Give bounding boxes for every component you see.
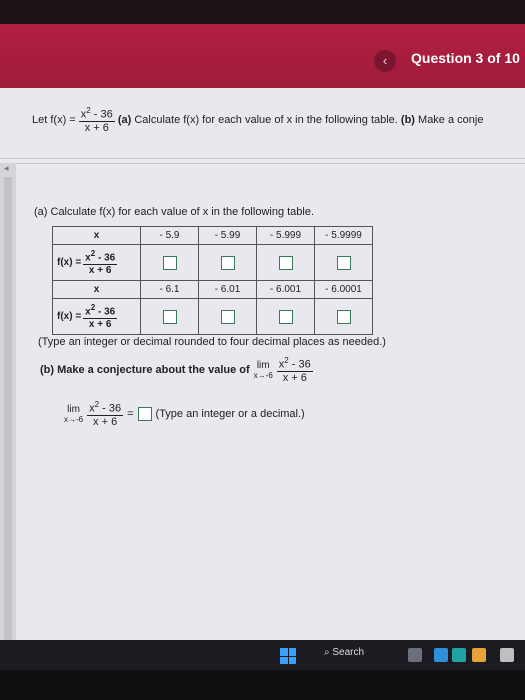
x-header: x	[52, 226, 141, 245]
limit-fraction: x2 - 36 x + 6	[276, 356, 313, 384]
table-row: x - 5.9 - 5.99 - 5.999 - 5.9999	[52, 226, 373, 245]
table-row: x - 6.1 - 6.01 - 6.001 - 6.0001	[52, 280, 373, 299]
app-icon[interactable]	[434, 648, 448, 662]
part-b-instruction-truncated: Make a conje	[418, 113, 484, 126]
answer-type-note: (Type an integer or a decimal.)	[155, 407, 305, 420]
answer-input[interactable]	[336, 309, 351, 324]
divider-top	[0, 158, 525, 159]
x-value: - 6.01	[198, 280, 257, 299]
screen-bezel-top	[0, 0, 525, 24]
part-b-label: (b)	[400, 113, 415, 126]
fx-answer-cell[interactable]	[256, 244, 315, 281]
answer-input[interactable]	[220, 255, 235, 270]
part-a-heading: (a) Calculate f(x) for each value of x i…	[34, 206, 315, 218]
limit-operator: lim x→-6	[64, 403, 84, 424]
scroll-arrow-icon[interactable]: ◂	[4, 163, 10, 173]
part-b-question: (b) Make a conjecture about the value of…	[40, 356, 313, 384]
x-header: x	[52, 280, 141, 299]
answer-input[interactable]	[220, 309, 235, 324]
x-value: - 5.999	[256, 226, 315, 245]
x-value: - 6.1	[140, 280, 199, 299]
fx-header: f(x) = x2 - 36 x + 6	[52, 244, 141, 281]
question-header-bar: ‹ Question 3 of 10	[0, 24, 525, 88]
answer-input[interactable]	[336, 255, 351, 270]
part-b-text: (b) Make a conjecture about the value of	[40, 363, 250, 376]
x-value: - 6.001	[256, 280, 315, 299]
fx-header: f(x) = x2 - 36 x + 6	[52, 298, 141, 335]
problem-statement: Let f(x) = x2 - 36 x + 6 (a) Calculate f…	[32, 106, 483, 134]
fx-answer-cell[interactable]	[256, 298, 315, 335]
function-fraction: x2 - 36 x + 6	[78, 106, 115, 134]
fx-answer-cell[interactable]	[314, 244, 373, 281]
app-icon[interactable]	[500, 648, 514, 662]
fx-answer-cell[interactable]	[198, 244, 257, 281]
back-button[interactable]: ‹	[374, 50, 396, 72]
app-icon[interactable]	[408, 648, 422, 662]
values-table: x - 5.9 - 5.99 - 5.999 - 5.9999 f(x) = x…	[52, 226, 373, 335]
edge-icon[interactable]	[452, 648, 466, 662]
table-row: f(x) = x2 - 36 x + 6	[52, 244, 373, 281]
limit-answer-line: lim x→-6 x2 - 36 x + 6 = (Type an intege…	[64, 400, 305, 428]
let-prefix: Let f(x) =	[32, 113, 76, 126]
divider-bottom	[0, 163, 525, 164]
x-value: - 5.9	[140, 226, 199, 245]
question-title: Question 3 of 10	[411, 50, 520, 66]
limit-fraction: x2 - 36 x + 6	[87, 400, 124, 428]
answer-input[interactable]	[162, 255, 177, 270]
question-content: Let f(x) = x2 - 36 x + 6 (a) Calculate f…	[0, 88, 525, 640]
part-a-label: (a)	[117, 113, 132, 126]
fx-answer-cell[interactable]	[198, 298, 257, 335]
fx-answer-cell[interactable]	[140, 298, 199, 335]
equals-sign: =	[127, 407, 134, 420]
part-a-instruction: Calculate f(x) for each value of x in th…	[134, 113, 398, 126]
scroll-strip[interactable]: ◂	[0, 163, 16, 640]
rounding-note: (Type an integer or decimal rounded to f…	[38, 336, 386, 348]
answer-input[interactable]	[162, 309, 177, 324]
fx-answer-cell[interactable]	[140, 244, 199, 281]
table-row: f(x) = x2 - 36 x + 6	[52, 298, 373, 335]
file-explorer-icon[interactable]	[472, 648, 486, 662]
answer-input[interactable]	[278, 255, 293, 270]
scroll-bar[interactable]	[4, 177, 12, 640]
answer-input[interactable]	[278, 309, 293, 324]
taskbar-search[interactable]: ⌕ Search	[324, 647, 364, 658]
limit-operator: lim x→-6	[253, 359, 273, 380]
x-value: - 5.9999	[314, 226, 373, 245]
x-value: - 5.99	[198, 226, 257, 245]
windows-start-icon[interactable]	[280, 648, 296, 664]
limit-answer-input[interactable]	[137, 406, 152, 421]
x-value: - 6.0001	[314, 280, 373, 299]
taskbar: ⌕ Search	[0, 640, 525, 670]
fx-answer-cell[interactable]	[314, 298, 373, 335]
